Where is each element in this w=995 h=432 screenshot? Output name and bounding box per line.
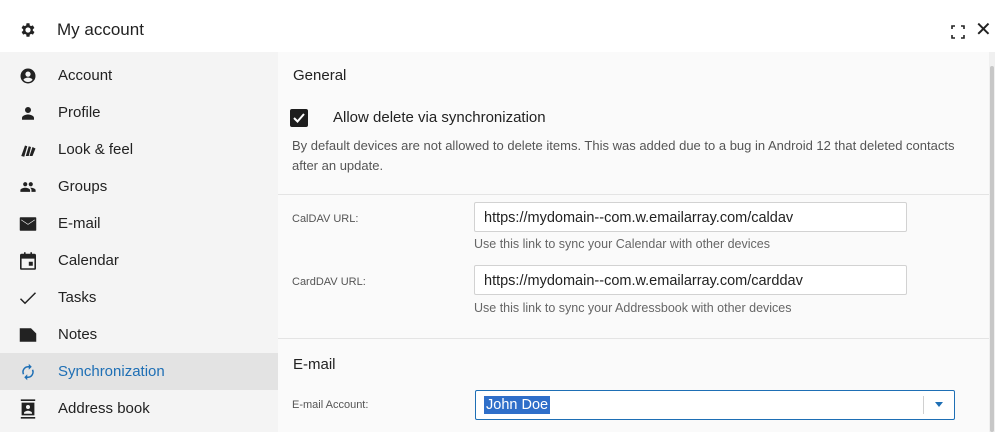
sidebar-item-calendar[interactable]: Calendar [0,242,278,279]
group-icon [19,178,37,196]
allow-delete-description: By default devices are not allowed to de… [292,138,955,173]
sidebar-item-label: Address book [58,400,150,417]
account-dialog: My account ✕ Account Profile Look & feel [0,0,995,432]
sidebar-item-label: Profile [58,104,101,121]
email-account-label: E-mail Account: [292,399,369,411]
sidebar-item-label: Notes [58,326,98,343]
sidebar-item-account[interactable]: Account [0,57,278,94]
divider [278,194,989,195]
sidebar-item-look-and-feel[interactable]: Look & feel [0,131,278,168]
chevron-down-icon[interactable] [935,402,943,407]
caldav-hint: Use this link to sync your Calendar with… [474,237,770,251]
section-title-email: E-mail [293,356,336,373]
email-account-value: John Doe [484,396,551,414]
divider [278,338,989,339]
address-book-icon [19,399,37,419]
palette-icon [19,141,37,159]
caldav-label: CalDAV URL: [292,213,359,225]
caldav-url-field[interactable]: https://mydomain--com.w.emailarray.com/c… [474,202,907,232]
scrollbar-thumb[interactable] [990,66,994,432]
sidebar-item-address-book[interactable]: Address book [0,390,278,427]
sidebar-item-profile[interactable]: Profile [0,94,278,131]
expand-icon[interactable] [951,25,965,39]
sidebar-item-label: Tasks [58,289,97,306]
select-separator [923,396,924,414]
sidebar-item-label: E-mail [58,215,101,232]
carddav-hint: Use this link to sync your Addressbook w… [474,301,792,315]
sidebar-item-label: Look & feel [58,141,134,158]
account-circle-icon [19,67,37,85]
person-icon [19,104,37,122]
title-bar: My account ✕ [0,0,995,52]
carddav-label: CardDAV URL: [292,276,366,288]
email-account-select[interactable]: John Doe [475,390,955,420]
note-icon [19,326,37,344]
allow-delete-checkbox[interactable] [290,109,308,127]
sidebar-item-synchronization[interactable]: Synchronization [0,353,278,390]
sync-icon [19,363,37,381]
sidebar-item-label: Groups [58,178,108,195]
allow-delete-label[interactable]: Allow delete via synchronization [333,109,546,126]
sidebar-item-notes[interactable]: Notes [0,316,278,353]
sidebar-item-email[interactable]: E-mail [0,205,278,242]
sidebar-item-label: Account [58,67,113,84]
sidebar-item-groups[interactable]: Groups [0,168,278,205]
sidebar-item-tasks[interactable]: Tasks [0,279,278,316]
settings-panel: General Allow delete via synchronization… [278,52,989,432]
check-icon [19,289,37,307]
mail-icon [19,215,37,233]
sidebar-item-label: Synchronization [58,363,165,380]
close-icon[interactable]: ✕ [975,20,992,40]
carddav-url-field[interactable]: https://mydomain--com.w.emailarray.com/c… [474,265,907,295]
sidebar: Account Profile Look & feel Groups E-mai… [0,52,278,432]
section-title-general: General [293,67,347,84]
calendar-icon [19,252,37,270]
dialog-title: My account [57,20,144,39]
gear-icon [19,21,37,39]
sidebar-item-label: Calendar [58,252,119,269]
